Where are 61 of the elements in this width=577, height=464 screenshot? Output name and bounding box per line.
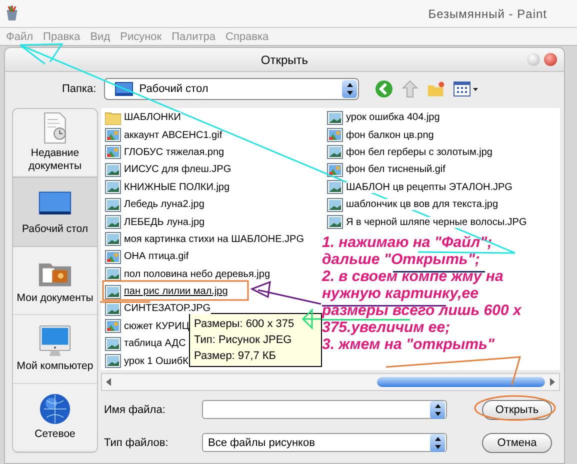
image-file-icon	[105, 250, 121, 264]
scroll-thumb[interactable]	[377, 377, 545, 387]
view-menu-icon[interactable]	[453, 80, 480, 98]
file-name-field[interactable]	[202, 400, 447, 419]
places-item[interactable]: Мой компьютер	[13, 315, 97, 384]
image-file-icon	[327, 198, 343, 212]
image-file-icon	[105, 232, 121, 246]
monitor-icon	[38, 324, 72, 357]
horizontal-scrollbar[interactable]	[101, 373, 560, 391]
image-file-icon	[105, 198, 121, 212]
image-file-icon	[105, 319, 121, 334]
globe-icon	[38, 393, 72, 426]
annotation-arrow	[302, 308, 322, 329]
dropdown-arrows-icon	[342, 80, 358, 98]
scroll-left-icon[interactable]	[104, 376, 114, 388]
image-file-icon	[105, 145, 121, 160]
paint-icon	[5, 5, 19, 22]
dialog-title: Открыть	[260, 52, 308, 66]
back-icon[interactable]	[375, 80, 394, 98]
folder-icon	[105, 110, 121, 125]
image-file-icon	[327, 180, 343, 194]
tooltip-text: Размеры: 600 x 375	[194, 317, 296, 332]
image-file-icon	[105, 180, 121, 194]
image-file-icon	[105, 336, 121, 351]
image-file-icon	[327, 145, 343, 160]
dropdown-arrows-icon	[430, 400, 445, 418]
tooltip-text: Тип: Рисунок JPEG	[194, 333, 293, 348]
folder-dropdown[interactable]: Рабочий стол	[104, 78, 360, 100]
up-folder-icon[interactable]	[401, 80, 420, 98]
new-folder-icon[interactable]	[427, 80, 446, 98]
places-item[interactable]: Недавние документы	[13, 109, 97, 178]
image-file-icon	[105, 162, 121, 177]
folder-label: Папка:	[62, 83, 96, 95]
scroll-right-icon[interactable]	[547, 376, 557, 388]
file-item[interactable]: урок 1 ОшибК	[105, 352, 188, 370]
window-title: Безымянный - Paint	[428, 6, 547, 20]
annotation-text: 1. нажимаю на "Файл"; дальше "Открыть"; 2. в своем компе жму на нужную картинку,ее размеры всего лишь 600 х 375.увеличим ее; 3. жмем на "открыть"	[322, 234, 522, 353]
image-file-icon	[105, 267, 121, 282]
image-file-icon	[327, 128, 343, 142]
file-type-label: Тип файлов:	[103, 436, 170, 448]
file-item[interactable]: сюжет КУРИЦ	[105, 318, 190, 336]
image-file-icon	[327, 162, 343, 177]
image-file-icon	[105, 215, 121, 230]
file-name-label: Имя файла:	[103, 404, 166, 416]
file-item[interactable]: ШАБЛОНКИ	[105, 109, 181, 126]
close-button[interactable]	[544, 53, 557, 66]
file-item[interactable]: ОНА птица.gif	[105, 248, 189, 266]
places-item[interactable]: Сетевое	[13, 384, 97, 452]
image-file-icon	[105, 128, 121, 142]
places-item[interactable]: Рабочий стол	[13, 177, 97, 247]
places-item[interactable]: Мои документы	[13, 246, 97, 316]
annotation-arrow	[251, 280, 322, 305]
image-file-icon	[105, 284, 121, 299]
file-type-dropdown[interactable]: Все файлы рисунков	[202, 433, 447, 452]
tooltip-text: Размер: 97,7 КБ	[194, 349, 278, 364]
cancel-button[interactable]: Отмена	[482, 432, 552, 452]
image-file-icon	[105, 302, 121, 316]
image-file-icon	[327, 110, 343, 125]
image-file-icon	[327, 215, 343, 230]
dropdown-arrows-icon	[430, 434, 445, 452]
open-button[interactable]: Открыть	[482, 400, 552, 420]
